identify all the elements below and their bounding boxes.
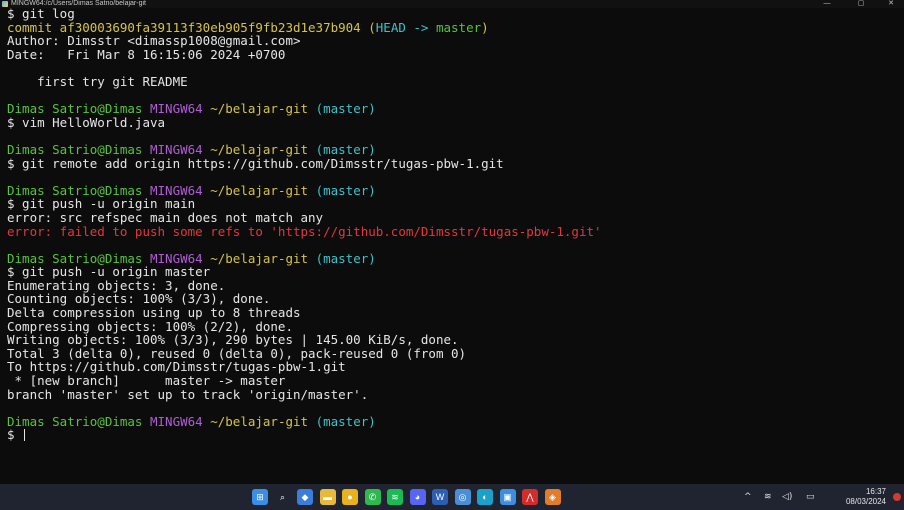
terminal-line: Compressing objects: 100% (2/2), done. bbox=[7, 319, 900, 334]
terminal-output[interactable]: $ git log commit af30003690fa39113f30eb90… bbox=[7, 7, 900, 483]
terminal-text: MINGW64 bbox=[150, 413, 211, 429]
terminal-line: To https://github.com/Dimsstr/tugas-pbw-… bbox=[7, 360, 900, 374]
terminal-line: commit af30003690fa39113f30eb905f9fb23d1… bbox=[7, 19, 900, 35]
terminal-line: Dimas Satrio@Dimas MINGW64 ~/belajar-git… bbox=[7, 182, 900, 198]
clock-date: 08/03/2024 bbox=[845, 497, 886, 506]
terminal-text: (master) bbox=[315, 250, 376, 266]
terminal-text: Dimas Satrio@Dimas bbox=[7, 413, 150, 429]
terminal-line: Counting objects: 100% (3/3), done. bbox=[7, 292, 900, 306]
terminal-text: ) bbox=[481, 19, 489, 35]
wifi-icon[interactable]: ≋ bbox=[764, 492, 772, 502]
terminal-line: Dimas Satrio@Dimas MINGW64 ~/belajar-git… bbox=[7, 143, 900, 157]
search-icon[interactable]: ⌕ bbox=[275, 489, 291, 505]
terminal-text: ~/belajar-git bbox=[210, 250, 316, 266]
acrobat-icon[interactable]: ⋀ bbox=[522, 489, 538, 505]
terminal-line: Total 3 (delta 0), reused 0 (delta 0), p… bbox=[7, 347, 900, 361]
edge-icon[interactable]: ◐ bbox=[477, 489, 493, 505]
terminal-text: (master) bbox=[315, 182, 376, 198]
terminal-line: error: failed to push some refs to 'http… bbox=[7, 223, 900, 239]
terminal-line: Enumerating objects: 3, done. bbox=[7, 279, 900, 293]
steam-icon[interactable]: ◎ bbox=[454, 489, 471, 505]
terminal-line: Author: Dimsstr <dimassp1008@gmail.com> bbox=[7, 34, 900, 48]
word-icon[interactable]: W bbox=[432, 489, 448, 505]
text-cursor bbox=[24, 429, 26, 442]
terminal-text: $ bbox=[7, 427, 23, 443]
git-bash-icon[interactable]: ◈ bbox=[544, 489, 561, 505]
store-icon[interactable]: ▣ bbox=[499, 489, 516, 505]
terminal-text: branch 'master' set up to track 'origin/… bbox=[7, 386, 369, 402]
spotify-icon[interactable]: ≋ bbox=[387, 489, 403, 505]
terminal-text: ~/belajar-git bbox=[210, 413, 316, 429]
whatsapp-icon[interactable]: ✆ bbox=[364, 489, 381, 505]
terminal-line: $ git push -u origin main bbox=[7, 197, 900, 211]
chevron-up-icon[interactable]: ^ bbox=[744, 492, 752, 502]
terminal-line: Dimas Satrio@Dimas MINGW64 ~/belajar-git… bbox=[7, 415, 900, 429]
terminal-text: Date: Fri Mar 8 16:15:06 2024 +0700 bbox=[7, 46, 286, 62]
terminal-text: error: failed to push some refs to 'http… bbox=[7, 223, 602, 239]
terminal-text: HEAD -> bbox=[375, 19, 436, 35]
terminal-text: ~/belajar-git bbox=[210, 182, 316, 198]
taskbar: ⊞ ⌕ ◆ ▬ ● ✆ ≋ ◕ W ◎ ◐ ▣ ⋀ ◈ ^ ≋ ◁) ▭ 16:37 08/03/2024 bbox=[0, 484, 904, 510]
terminal-line: $ git push -u origin master bbox=[7, 265, 900, 279]
widgets-icon[interactable]: ◆ bbox=[297, 489, 313, 505]
terminal-text: (master) bbox=[315, 413, 376, 429]
battery-icon[interactable]: ▭ bbox=[806, 492, 815, 502]
terminal-line: $ git log bbox=[7, 7, 900, 21]
terminal-line: branch 'master' set up to track 'origin/… bbox=[7, 386, 900, 402]
terminal-line: $ git remote add origin https://github.c… bbox=[7, 155, 900, 171]
system-tray: ^ ≋ ◁) ▭ 16:37 08/03/2024 bbox=[714, 484, 904, 510]
terminal-line: error: src refspec main does not match a… bbox=[7, 211, 900, 225]
terminal-text: $ vim HelloWorld.java bbox=[7, 114, 166, 130]
terminal-line: * [new branch] master -> master bbox=[7, 374, 900, 388]
terminal-line: $ vim HelloWorld.java bbox=[7, 114, 900, 130]
terminal-line: $ bbox=[7, 428, 900, 442]
start-icon[interactable]: ⊞ bbox=[252, 489, 268, 505]
volume-icon[interactable]: ◁) bbox=[782, 492, 792, 502]
chrome-icon[interactable]: ● bbox=[342, 489, 358, 505]
clock-time: 16:37 bbox=[865, 487, 886, 496]
terminal-text: ~/belajar-git bbox=[210, 101, 316, 117]
terminal-text: master bbox=[435, 19, 482, 35]
clock[interactable]: 16:37 08/03/2024 bbox=[846, 487, 886, 507]
terminal-text: $ git remote add origin https://github.c… bbox=[7, 155, 504, 171]
terminal-line: Delta compression using up to 8 threads bbox=[7, 306, 900, 320]
discord-icon[interactable]: ◕ bbox=[409, 489, 426, 505]
terminal-text: ( bbox=[368, 19, 376, 35]
terminal-line: Writing objects: 100% (3/3), 290 bytes |… bbox=[7, 333, 900, 347]
terminal-text: (master) bbox=[315, 101, 376, 117]
notification-icon[interactable] bbox=[893, 493, 901, 501]
terminal-line: Dimas Satrio@Dimas MINGW64 ~/belajar-git… bbox=[7, 102, 900, 116]
terminal-line: Dimas Satrio@Dimas MINGW64 ~/belajar-git… bbox=[7, 250, 900, 266]
terminal-line: Date: Fri Mar 8 16:15:06 2024 +0700 bbox=[7, 46, 900, 62]
terminal-line: first try git README bbox=[7, 75, 900, 89]
file-explorer-icon[interactable]: ▬ bbox=[319, 489, 336, 505]
terminal-text: first try git README bbox=[7, 73, 188, 89]
